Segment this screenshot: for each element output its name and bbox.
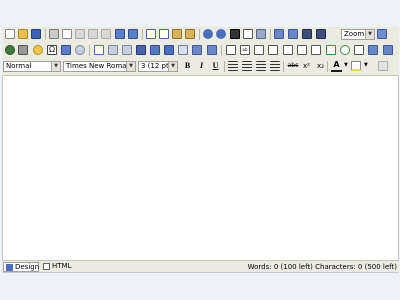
help-icon[interactable]	[256, 29, 266, 39]
font-family-select[interactable]: Times New Roman ▼	[63, 61, 136, 72]
new-document-icon[interactable]	[5, 29, 15, 39]
subscript-button[interactable]: x₂	[315, 60, 326, 72]
table-properties-icon[interactable]	[192, 45, 202, 55]
tab-html[interactable]: HTML	[41, 262, 79, 272]
open-folder-icon[interactable]	[18, 29, 28, 39]
table-cell-icon[interactable]	[207, 45, 217, 55]
remove-format-icon[interactable]	[378, 61, 388, 71]
paste-text-icon[interactable]	[185, 29, 195, 39]
find-icon[interactable]	[230, 29, 240, 39]
code-icon[interactable]	[164, 45, 174, 55]
button-field-icon[interactable]	[283, 45, 293, 55]
zoom-select[interactable]: Zoom ▼	[341, 29, 375, 40]
bullet-list-icon[interactable]	[288, 29, 298, 39]
print-preview-icon[interactable]	[62, 29, 72, 39]
superscript-button[interactable]: x²	[301, 60, 312, 72]
document-properties-icon[interactable]	[243, 29, 253, 39]
smiley-icon[interactable]	[33, 45, 43, 55]
hyperlink-icon[interactable]	[5, 45, 15, 55]
fullscreen-icon[interactable]	[377, 29, 387, 39]
fieldset-icon[interactable]	[383, 45, 393, 55]
page: { "toolbar": { "zoom_label": "Zoom", "st…	[0, 0, 400, 300]
font-color-dropdown-icon[interactable]: ▼	[344, 62, 348, 68]
html-icon	[43, 263, 50, 270]
anchor-icon[interactable]	[150, 45, 160, 55]
font-size-select[interactable]: 3 (12 pt) ▼	[138, 61, 178, 72]
chevron-down-icon: ▼	[126, 62, 135, 71]
media-icon[interactable]	[136, 45, 146, 55]
insert-image-icon[interactable]	[94, 45, 104, 55]
status-bar: Design HTML Words: 0 (100 left) Characte…	[2, 260, 399, 272]
italic-button[interactable]: I	[196, 60, 207, 72]
tab-design[interactable]: Design	[3, 262, 39, 272]
align-justify-icon[interactable]	[270, 61, 280, 71]
find-disabled-icon[interactable]	[88, 29, 98, 39]
indent-icon[interactable]	[115, 29, 125, 39]
align-right-icon[interactable]	[256, 61, 266, 71]
remove-link-icon[interactable]	[18, 45, 28, 55]
strikethrough-button[interactable]: abc	[286, 60, 300, 72]
font-color-button[interactable]: A	[331, 60, 342, 72]
toolbar-row-1: Zoom ▼	[0, 28, 400, 42]
checkbox-icon[interactable]	[326, 45, 336, 55]
text-field-icon[interactable]: ab	[240, 45, 250, 55]
numbered-list-icon[interactable]	[274, 29, 284, 39]
submit-button-icon[interactable]	[311, 45, 321, 55]
template-icon[interactable]	[61, 45, 71, 55]
chevron-down-icon: ▼	[365, 30, 374, 39]
spellcheck-icon[interactable]	[75, 29, 85, 39]
horizontal-rule-icon[interactable]	[108, 45, 118, 55]
toolbar-row-3: Normal ▼ Times New Roman ▼ 3 (12 pt) ▼ B…	[0, 60, 400, 74]
outdent-icon[interactable]	[128, 29, 138, 39]
align-center-icon[interactable]	[242, 61, 252, 71]
bold-button[interactable]: B	[182, 60, 193, 72]
image-button-icon[interactable]	[297, 45, 307, 55]
form-icon[interactable]	[226, 45, 236, 55]
textarea-icon[interactable]	[254, 45, 264, 55]
underline-button[interactable]: U	[210, 60, 221, 72]
copy-icon[interactable]	[159, 29, 169, 39]
style-select[interactable]: Normal ▼	[3, 61, 61, 72]
clock-icon[interactable]	[75, 45, 85, 55]
listbox-icon[interactable]	[368, 45, 378, 55]
design-icon	[6, 264, 13, 271]
chevron-down-icon: ▼	[51, 62, 60, 71]
undo-icon[interactable]	[203, 29, 213, 39]
insert-table-icon[interactable]	[178, 45, 188, 55]
special-character-icon[interactable]: Ω	[47, 45, 57, 55]
edit-disabled-icon[interactable]	[101, 29, 111, 39]
print-icon[interactable]	[49, 29, 59, 39]
paste-icon[interactable]	[172, 29, 182, 39]
decrease-indent-icon[interactable]	[302, 29, 312, 39]
flash-icon[interactable]	[122, 45, 132, 55]
toolbar-row-2: Ω ab	[0, 44, 400, 58]
word-count-status: Words: 0 (100 left) Characters: 0 (500 l…	[247, 263, 397, 271]
cut-icon[interactable]	[146, 29, 156, 39]
highlight-dropdown-icon[interactable]: ▼	[364, 62, 368, 68]
align-left-icon[interactable]	[228, 61, 238, 71]
radio-icon[interactable]	[340, 45, 350, 55]
increase-indent-icon[interactable]	[316, 29, 326, 39]
hidden-field-icon[interactable]	[268, 45, 278, 55]
highlight-color-icon[interactable]	[351, 61, 361, 71]
redo-icon[interactable]	[216, 29, 226, 39]
select-field-icon[interactable]	[354, 45, 364, 55]
save-icon[interactable]	[31, 29, 41, 39]
chevron-down-icon: ▼	[168, 62, 177, 71]
